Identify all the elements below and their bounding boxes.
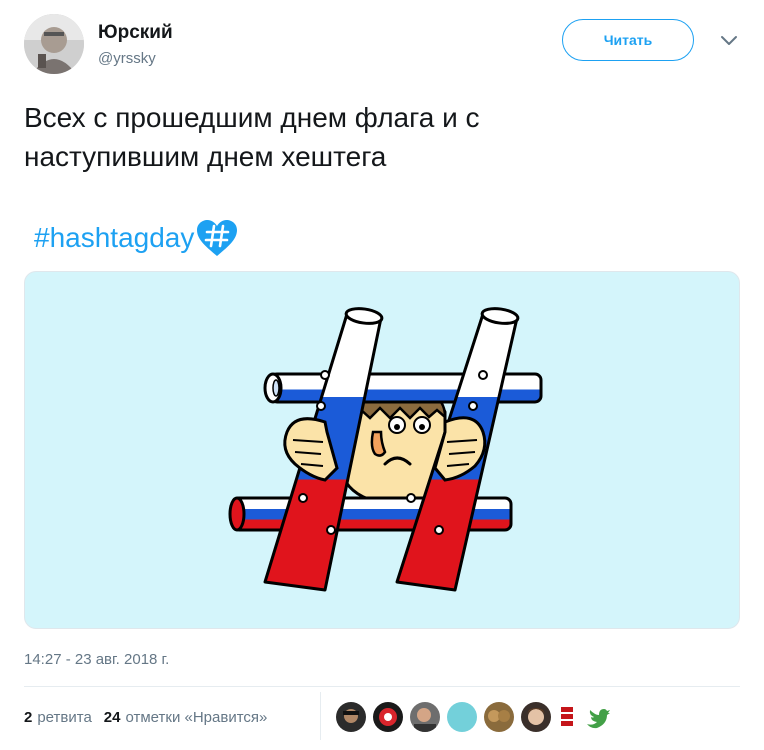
likes-count: 24 (103, 708, 121, 726)
tweet-text-line-2: наступившим днем хештега (24, 141, 387, 172)
tweet-media-image[interactable] (24, 271, 740, 629)
tweet-text: Всех с прошедшим днем флага и с наступив… (24, 98, 724, 176)
twitter-bird-icon[interactable] (583, 702, 613, 732)
liker-avatar[interactable] (447, 702, 477, 732)
liker-avatar-red-icon[interactable] (558, 702, 576, 732)
hashtag-line: #hashtagday (34, 216, 239, 260)
tweet-text-line-1: Всех с прошедшим днем флага и с (24, 102, 480, 133)
tweet-stats: 2 ретвита 24 отметки «Нравится» (24, 706, 267, 728)
follow-button[interactable]: Читать (562, 19, 694, 61)
retweets-count: 2 (24, 708, 33, 726)
likes-label: отметки «Нравится» (125, 708, 268, 726)
retweets-stat[interactable]: 2 ретвита (24, 709, 92, 726)
hashtag-cartoon-illustration (228, 307, 543, 592)
chevron-down-icon[interactable] (720, 34, 738, 48)
user-name[interactable]: Юрский (98, 22, 173, 44)
liker-avatars (336, 700, 620, 734)
blue-heart-hash-icon (197, 220, 238, 256)
user-handle[interactable]: @yrssky (98, 50, 156, 67)
liker-avatar[interactable] (521, 702, 551, 732)
hashtag-link[interactable]: #hashtagday (34, 222, 194, 254)
liker-avatar[interactable] (410, 702, 440, 732)
tweet-header: Юрский @yrssky Читать (24, 14, 740, 76)
stats-separator (320, 692, 321, 740)
tweet-timestamp[interactable]: 14:27 - 23 авг. 2018 г. (24, 651, 169, 668)
liker-avatar[interactable] (336, 702, 366, 732)
liker-avatar[interactable] (484, 702, 514, 732)
user-avatar[interactable] (24, 14, 84, 74)
retweets-label: ретвита (37, 708, 92, 726)
likes-stat[interactable]: 24 отметки «Нравится» (104, 709, 268, 726)
liker-avatar[interactable] (373, 702, 403, 732)
divider (24, 686, 740, 687)
